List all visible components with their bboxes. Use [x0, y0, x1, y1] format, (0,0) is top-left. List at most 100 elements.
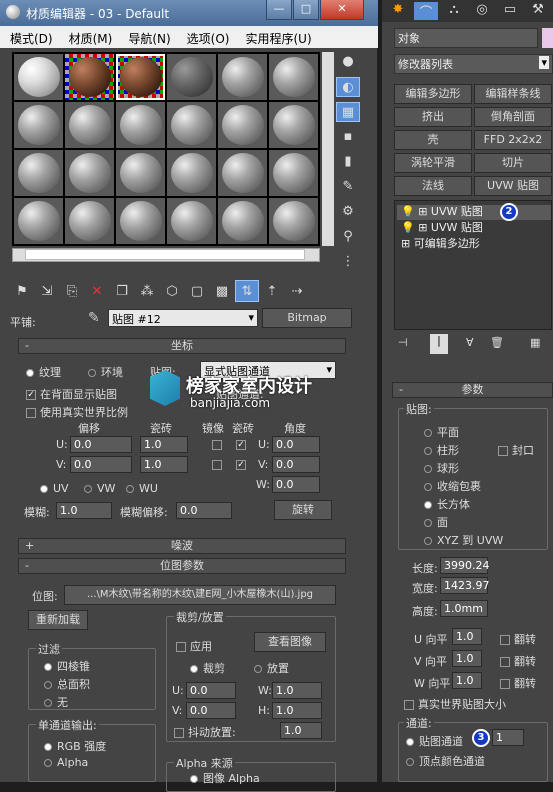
uv-tiling-icon[interactable]: ▪	[336, 127, 360, 147]
mapping-planar-radio[interactable]: 平面	[424, 424, 459, 440]
mapping-xyz-to-uvw-radio[interactable]: XYZ 到 UVW	[424, 532, 503, 548]
modifier-turbosmooth-button[interactable]: 涡轮平滑	[394, 153, 472, 173]
menu-material[interactable]: 材质(M)	[59, 26, 119, 47]
sample-slot[interactable]	[14, 102, 63, 148]
pin-stack-icon[interactable]: ⊣	[398, 336, 408, 349]
u-tile-checkbox[interactable]: ✓	[236, 440, 246, 450]
make-preview-icon[interactable]: ✎	[336, 177, 360, 197]
display-tab-icon[interactable]: ▭	[498, 2, 522, 20]
v-mirror-checkbox[interactable]	[212, 460, 222, 470]
modify-tab-icon[interactable]: ⌒	[414, 2, 438, 21]
filter-pyramidal-radio[interactable]: 四棱锥	[44, 658, 90, 674]
modifier-normal-button[interactable]: 法线	[394, 176, 472, 196]
sample-slot[interactable]	[65, 54, 114, 100]
close-button[interactable]: ✕	[320, 0, 364, 20]
sample-slot[interactable]	[14, 54, 63, 100]
background-icon[interactable]: ▦	[336, 102, 360, 122]
sample-slot[interactable]	[218, 54, 267, 100]
jitter-checkbox[interactable]: 抖动放置:	[174, 724, 236, 740]
v-offset-field[interactable]: 0.0	[70, 456, 132, 473]
expand-icon[interactable]: ⊞	[418, 221, 427, 234]
crop-u-field[interactable]: 0.0	[186, 682, 236, 699]
sample-slot[interactable]	[14, 198, 63, 244]
v-tiling-field[interactable]: 1.0	[140, 456, 188, 473]
mapping-shrink-wrap-radio[interactable]: 收缩包裹	[424, 478, 481, 494]
modifier-extrude-button[interactable]: 挤出	[394, 107, 472, 127]
crop-w-field[interactable]: 1.0	[272, 682, 322, 699]
w-flip-checkbox[interactable]: 翻转	[500, 675, 536, 691]
sample-slot[interactable]	[116, 102, 165, 148]
menu-mode[interactable]: 模式(D)	[0, 26, 59, 47]
menu-navigation[interactable]: 导航(N)	[118, 26, 176, 47]
sample-slot[interactable]	[116, 150, 165, 196]
v-tile-field[interactable]: 1.0	[452, 650, 482, 667]
sample-slot[interactable]	[218, 150, 267, 196]
sample-type-icon[interactable]: ●	[336, 52, 360, 72]
u-tiling-field[interactable]: 1.0	[140, 436, 188, 453]
stack-item-uvw-map-1[interactable]: 💡 ⊞ UVW 贴图	[397, 205, 551, 220]
rotate-button[interactable]: 旋转	[274, 500, 332, 520]
real-world-map-size-checkbox[interactable]: 真实世界贴图大小	[404, 696, 506, 712]
modifier-edit-spline-button[interactable]: 编辑样条线	[474, 84, 552, 104]
jitter-field[interactable]: 1.0	[280, 722, 322, 739]
modifier-uvw-map-button[interactable]: UVW 贴图	[474, 176, 552, 196]
coordinates-rollout-header[interactable]: - 坐标	[18, 338, 346, 354]
stack-item-uvw-map-2[interactable]: 💡 ⊞ UVW 贴图	[397, 221, 551, 236]
view-image-button[interactable]: 查看图像	[254, 632, 326, 652]
slots-horizontal-scrollbar[interactable]	[12, 248, 320, 262]
create-tab-icon[interactable]: ✸	[386, 2, 410, 20]
blur-field[interactable]: 1.0	[56, 502, 112, 519]
map-name-dropdown-icon[interactable]: ▾	[248, 311, 254, 324]
go-to-parent-icon[interactable]: ⇡	[260, 281, 284, 303]
environ-radio[interactable]: 环境	[88, 364, 123, 380]
sample-slot[interactable]	[218, 102, 267, 148]
object-name-field[interactable]: 对象	[394, 28, 538, 48]
mapping-face-radio[interactable]: 面	[424, 514, 448, 530]
sample-slot[interactable]	[218, 198, 267, 244]
w-angle-field[interactable]: 0.0	[272, 476, 320, 493]
show-end-result-icon[interactable]: |	[430, 334, 448, 354]
mono-rgb-radio[interactable]: RGB 强度	[44, 738, 106, 754]
cap-checkbox[interactable]: 封口	[498, 442, 534, 458]
uv-radio[interactable]: UV	[40, 482, 69, 495]
minimize-button[interactable]: —	[266, 0, 292, 20]
u-offset-field[interactable]: 0.0	[70, 436, 132, 453]
reset-map-icon[interactable]: ✕	[85, 281, 109, 303]
make-copy-icon[interactable]: ❐	[110, 281, 134, 303]
v-flip-checkbox[interactable]: 翻转	[500, 653, 536, 669]
filter-summed-area-radio[interactable]: 总面积	[44, 676, 90, 692]
mapping-spherical-radio[interactable]: 球形	[424, 460, 459, 476]
expand-icon[interactable]: ⊞	[401, 237, 410, 250]
reload-button[interactable]: 重新加载	[28, 610, 88, 630]
crop-radio[interactable]: 裁剪	[190, 660, 225, 676]
sample-slot[interactable]	[65, 150, 114, 196]
modifier-bevel-profile-button[interactable]: 倒角剖面	[474, 107, 552, 127]
sample-slot[interactable]	[167, 102, 216, 148]
assign-to-selection-icon[interactable]: ⎘	[60, 281, 84, 303]
backlight-icon[interactable]: ◐	[336, 77, 360, 97]
texture-radio[interactable]: 纹理	[26, 364, 61, 380]
sample-slot[interactable]	[269, 102, 318, 148]
configure-modifier-sets-icon[interactable]: ▦	[530, 336, 540, 349]
map-channel-radio[interactable]: 贴图通道	[406, 733, 463, 749]
place-radio[interactable]: 放置	[254, 660, 289, 676]
sample-slot[interactable]	[14, 150, 63, 196]
sample-slot[interactable]	[269, 198, 318, 244]
sample-slot-selected[interactable]	[116, 54, 165, 100]
modifier-slice-button[interactable]: 切片	[474, 153, 552, 173]
eyedropper-icon[interactable]: ✎	[88, 310, 100, 326]
lightbulb-icon[interactable]: 💡	[401, 205, 415, 218]
motion-tab-icon[interactable]: ◎	[470, 2, 494, 20]
mapping-box-radio[interactable]: 长方体	[424, 496, 470, 512]
real-world-scale-checkbox[interactable]: 使用真实世界比例	[26, 404, 128, 420]
show-back-checkbox[interactable]: ✓ 在背面显示贴图	[26, 386, 117, 402]
filter-none-radio[interactable]: 无	[44, 694, 68, 710]
utilities-tab-icon[interactable]: ⚒	[526, 2, 550, 20]
mono-alpha-radio[interactable]: Alpha	[44, 756, 88, 769]
material-id-icon[interactable]: ▢	[185, 281, 209, 303]
modifier-ffd-button[interactable]: FFD 2x2x2	[474, 130, 552, 150]
blur-offset-field[interactable]: 0.0	[176, 502, 232, 519]
make-unique-icon[interactable]: ⁂	[135, 281, 159, 303]
select-by-material-icon[interactable]: ⚲	[336, 227, 360, 247]
crop-h-field[interactable]: 1.0	[272, 702, 322, 719]
